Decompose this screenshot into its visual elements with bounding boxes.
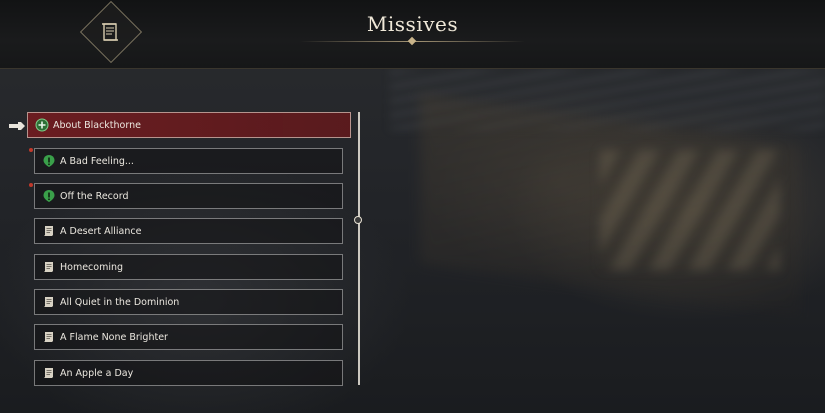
missive-item-off-the-record[interactable]: Off the Record xyxy=(34,183,343,209)
scroll-icon xyxy=(44,332,53,342)
missive-item-all-quiet-in-the-dominion[interactable]: All Quiet in the Dominion xyxy=(34,289,343,315)
missive-item-a-desert-alliance[interactable]: A Desert Alliance xyxy=(34,218,343,244)
scroll-icon xyxy=(44,226,53,236)
missive-label: A Flame None Brighter xyxy=(60,331,168,343)
missive-list: About Blackthorne A Bad Feeling... Off t… xyxy=(0,0,360,413)
missive-label: A Bad Feeling... xyxy=(60,155,134,167)
title-ornament xyxy=(407,36,417,46)
missive-item-a-bad-feeling[interactable]: A Bad Feeling... xyxy=(34,148,343,174)
missive-label: Off the Record xyxy=(60,190,129,202)
missive-label: An Apple a Day xyxy=(60,367,134,379)
missive-label: Homecoming xyxy=(60,261,124,273)
scroll-icon xyxy=(44,297,53,307)
missive-label: A Desert Alliance xyxy=(60,225,142,237)
quest-exclamation-icon xyxy=(43,155,55,167)
quest-plus-icon xyxy=(35,118,49,132)
scrollbar-thumb[interactable] xyxy=(354,216,362,224)
unread-indicator xyxy=(29,183,33,187)
missive-label: About Blackthorne xyxy=(53,119,141,131)
missive-label: All Quiet in the Dominion xyxy=(60,296,180,308)
scroll-icon xyxy=(44,368,53,378)
unread-indicator xyxy=(29,148,33,152)
missive-item-a-flame-none-brighter[interactable]: A Flame None Brighter xyxy=(34,324,343,350)
missive-item-homecoming[interactable]: Homecoming xyxy=(34,254,343,280)
missive-item-about-blackthorne[interactable]: About Blackthorne xyxy=(27,112,351,138)
scroll-icon xyxy=(44,262,53,272)
background-detail xyxy=(600,150,780,270)
scrollbar-track[interactable] xyxy=(358,112,360,385)
missive-item-an-apple-a-day[interactable]: An Apple a Day xyxy=(34,360,343,386)
quest-exclamation-icon xyxy=(43,190,55,202)
